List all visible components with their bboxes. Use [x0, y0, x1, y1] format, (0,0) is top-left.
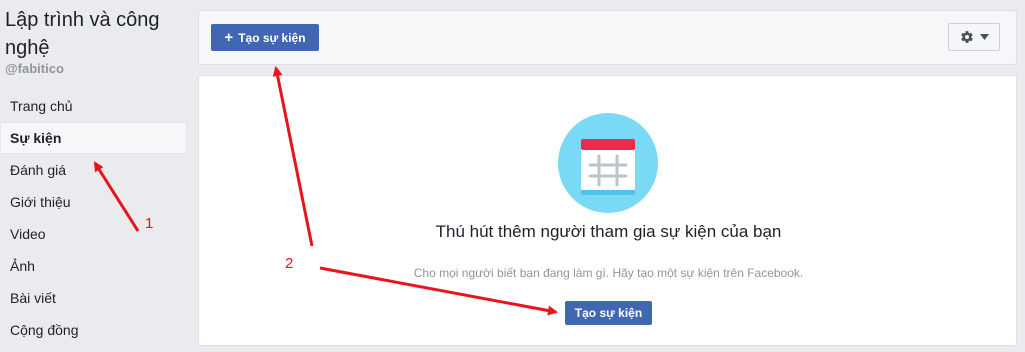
events-empty-state: Thú hút thêm người tham gia sự kiện của …	[198, 75, 1017, 346]
empty-state-description: Cho mọi người biết bạn đang làm gì. Hãy …	[413, 266, 804, 280]
calendar-icon	[558, 113, 658, 213]
chevron-down-icon	[979, 34, 989, 40]
annotation-label-2: 2	[285, 255, 294, 272]
settings-dropdown-button[interactable]	[948, 23, 1000, 51]
create-event-cta-button[interactable]: Tạo sự kiện	[565, 301, 652, 325]
sidebar-item-about[interactable]: Giới thiệu	[0, 186, 187, 218]
create-event-button[interactable]: + Tạo sự kiện	[211, 24, 319, 51]
page-nav: Trang chủ Sự kiện Đánh giá Giới thiệu Vi…	[0, 90, 187, 346]
empty-state-heading: Thú hút thêm người tham gia sự kiện của …	[435, 222, 782, 241]
events-toolbar: + Tạo sự kiện	[198, 10, 1017, 65]
sidebar-item-photos[interactable]: Ảnh	[0, 250, 187, 282]
page-sidebar: Lập trình và công nghệ @fabitico Trang c…	[0, 0, 187, 352]
annotation-label-1: 1	[145, 215, 154, 232]
page-username: @fabitico	[5, 61, 64, 76]
plus-icon: +	[224, 28, 234, 46]
sidebar-item-posts[interactable]: Bài viết	[0, 282, 187, 314]
page-title[interactable]: Lập trình và công nghệ	[5, 6, 187, 62]
create-event-button-label: Tạo sự kiện	[238, 30, 306, 45]
sidebar-item-videos[interactable]: Video	[0, 218, 187, 250]
sidebar-item-reviews[interactable]: Đánh giá	[0, 154, 187, 186]
sidebar-item-home[interactable]: Trang chủ	[0, 90, 187, 122]
sidebar-item-community[interactable]: Cộng đồng	[0, 314, 187, 346]
sidebar-item-events[interactable]: Sự kiện	[0, 122, 187, 154]
gear-icon	[960, 31, 973, 43]
